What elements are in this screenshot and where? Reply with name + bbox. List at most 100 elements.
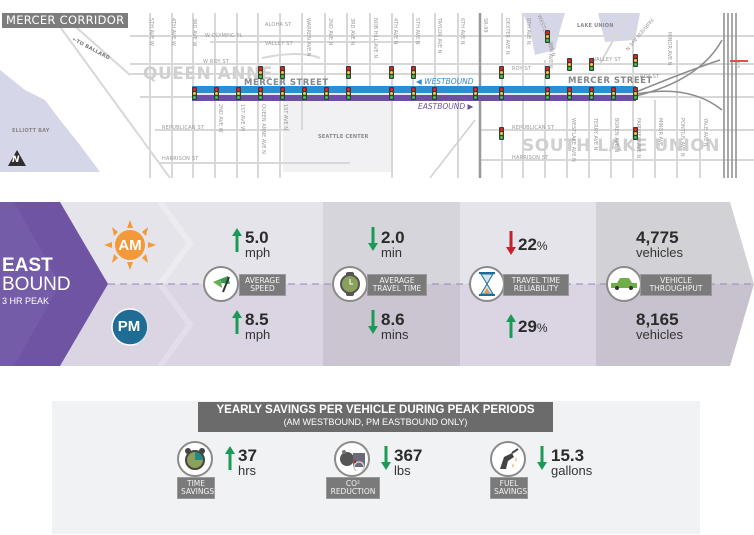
down-arrow-icon [537, 446, 547, 470]
street-label: 1ST AVE W [239, 104, 245, 132]
savings-value: 367 [394, 446, 423, 465]
traffic-signal-icon [633, 127, 638, 140]
traffic-signal-icon [589, 58, 594, 71]
down-arrow-icon [381, 446, 391, 470]
down-arrow-icon [506, 231, 516, 255]
pm-unit: mins [381, 327, 409, 342]
street-label: ROY ST [512, 66, 532, 72]
street-label: WARREN AVE N [305, 18, 311, 57]
am-unit: mph [245, 245, 271, 260]
savings-value: 37 [238, 446, 257, 465]
traffic-signal-icon [236, 87, 241, 100]
street-label: HARRISON ST [512, 155, 549, 161]
corridor-map: MERCER CORRIDOR QUEEN ANNE SOUTH LAKE UN… [0, 0, 754, 178]
down-arrow-icon [368, 227, 378, 251]
traffic-signal-icon [473, 87, 478, 100]
traffic-signal-icon [545, 66, 550, 79]
up-arrow-icon [225, 446, 235, 470]
down-arrow-icon [368, 310, 378, 334]
traffic-signal-icon [499, 87, 504, 100]
traffic-signal-icon [567, 58, 572, 71]
savings-unit: gallons [551, 463, 593, 478]
traffic-signal-icon [633, 54, 638, 67]
traffic-signal-icon [389, 66, 394, 79]
traffic-signal-icon [611, 87, 616, 100]
speedometer-icon [203, 266, 239, 302]
metric-label: AVERAGE SPEED [239, 274, 286, 296]
traffic-signal-icon [346, 87, 351, 100]
street-label: YALE AVE N [702, 118, 708, 147]
pm-value: 8,165 [636, 310, 679, 329]
traffic-signal-icon [280, 87, 285, 100]
mercer-corridor-infographic: MERCER CORRIDOR QUEEN ANNE SOUTH LAKE UN… [0, 0, 754, 535]
street-label: WESTLAKE AVE N [570, 118, 576, 162]
am-value: 22% [518, 235, 548, 254]
street-label: VALLEY ST [265, 41, 293, 47]
exhaust-icon [334, 441, 370, 477]
eastbound-label: EASTBOUND ▶ [418, 102, 474, 111]
street-label: 1ST AVE N [282, 104, 288, 131]
mercer-street-label: MERCER STREET [244, 78, 329, 88]
traffic-signal-icon [545, 30, 550, 43]
pm-value: 8.5 [245, 310, 269, 329]
street-label: 8TH AVE N [525, 18, 531, 45]
traffic-signal-icon [499, 66, 504, 79]
eastbound-panel: EAST BOUND 3 HR PEAK AM PM 5.0 mph AVERA… [0, 202, 754, 366]
pm-value: 8.6 [381, 310, 405, 329]
street-label: QUEEN ANNE AVE N [260, 104, 266, 154]
street-label: I-5 [734, 62, 740, 69]
traffic-signal-icon [432, 87, 437, 100]
pm-value: 29% [518, 317, 548, 336]
am-unit: vehicles [636, 245, 683, 260]
am-label: AM [118, 237, 142, 254]
eastbound-title-line1: EAST [2, 255, 53, 276]
street-label: 3RD AVE W [191, 18, 197, 47]
traffic-signal-icon [389, 87, 394, 100]
street-label: MINOR AVE N [666, 32, 672, 66]
savings-value: 15.3 [551, 446, 585, 465]
savings-header: YEARLY SAVINGS PER VEHICLE DURING PEAK P… [198, 402, 553, 432]
eastbound-subtitle: 3 HR PEAK [2, 296, 50, 306]
westbound-label: ◀ WESTBOUND [416, 77, 474, 86]
traffic-signal-icon [214, 87, 219, 100]
pm-unit: vehicles [636, 327, 683, 342]
pm-unit: mph [245, 327, 271, 342]
street-label: W OLYMPIC PL [205, 33, 243, 39]
savings-unit: hrs [238, 463, 257, 478]
street-label: NOB HILL AVE N [372, 18, 378, 59]
am-unit: min [381, 245, 402, 260]
traffic-signal-icon [302, 87, 307, 100]
street-label: 3RD AVE N [349, 18, 355, 46]
traffic-signal-icon [589, 87, 594, 100]
savings-label: CO² REDUCTION [326, 477, 380, 499]
traffic-signal-icon [258, 66, 263, 79]
up-arrow-icon [506, 314, 516, 338]
neighborhood-south-lake-union: SOUTH LAKE UNION [522, 136, 720, 156]
map-title: MERCER CORRIDOR [2, 13, 129, 28]
up-arrow-icon [232, 310, 242, 334]
street-label: 4TH AVE N [392, 18, 398, 45]
seattle-center-label: SEATTLE CENTER [318, 134, 369, 140]
traffic-signal-icon [324, 87, 329, 100]
street-label: REPUBLICAN ST [512, 125, 555, 131]
savings-subtitle: (AM WESTBOUND, PM EASTBOUND ONLY) [283, 417, 468, 427]
fuel-nozzle-icon [490, 441, 526, 477]
savings-label: TIME SAVINGS [177, 477, 215, 499]
car-icon [606, 266, 642, 302]
street-label: REPUBLICAN ST [162, 125, 205, 131]
street-label: TAYLOR AVE N [436, 18, 442, 54]
street-label: DEXTER AVE N [504, 18, 510, 55]
am-value: 4,775 [636, 228, 679, 247]
north-label: N [12, 155, 20, 165]
street-label: SR-99 [482, 18, 488, 33]
lake-union-label: LAKE UNION [577, 23, 614, 29]
elliott-bay-label: ELLIOTT BAY [12, 128, 50, 134]
street-label: PONTIUS AVE N [679, 118, 685, 157]
traffic-signal-icon [411, 66, 416, 79]
traffic-signal-icon [192, 87, 197, 100]
street-label: ALOHA ST [265, 22, 292, 28]
savings-unit: lbs [394, 463, 411, 478]
street-label: 5TH AVE N [414, 18, 420, 45]
street-label: ROY ST [640, 74, 660, 80]
up-arrow-icon [232, 228, 242, 252]
